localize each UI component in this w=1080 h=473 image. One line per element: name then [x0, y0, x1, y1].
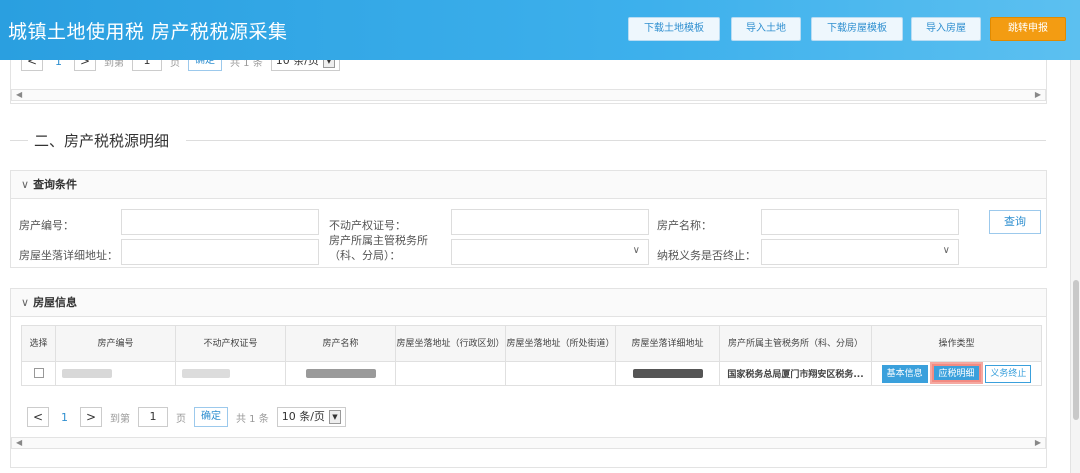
chevron-down-icon: ▼: [322, 60, 335, 68]
app-header: 城镇土地使用税 房产税税源采集 下载土地模板 导入土地 下载房屋模板 导入房屋 …: [0, 0, 1080, 60]
house-no-label: 房产编号：: [19, 219, 74, 232]
table-row: 国家税务总局厦门市翔安区税务... 基本信息 应税明细 义务终止: [21, 361, 1042, 386]
row-select-checkbox[interactable]: [33, 368, 44, 379]
land-pager: < 1 > 到第 1 页 确定 共 1 条 10 条/页 ▼: [21, 60, 340, 71]
house-goto-input[interactable]: 1: [138, 407, 168, 427]
chevron-down-icon: ∨: [632, 245, 640, 256]
chevron-down-icon: ▼: [328, 410, 341, 424]
cell-tax-office: 国家税务总局厦门市翔安区税务...: [719, 361, 872, 386]
house-info-header[interactable]: ∨ 房屋信息: [11, 289, 1046, 317]
land-goto-label: 到第: [104, 60, 124, 69]
land-prev-page-button[interactable]: <: [21, 60, 43, 71]
cell-address-district: [395, 361, 506, 386]
address-input[interactable]: [121, 239, 319, 265]
col-house-name: 房产名称: [285, 325, 396, 362]
house-info-panel: ∨ 房屋信息 选择 房产编号 不动产权证号 房产名称 房屋坐落地址（行政区划） 房…: [10, 288, 1047, 468]
house-horizontal-scrollbar[interactable]: ◀ ▶: [11, 437, 1046, 449]
col-actions: 操作类型: [871, 325, 1042, 362]
house-confirm-button[interactable]: 确定: [194, 407, 228, 427]
house-goto-label: 到第: [110, 413, 130, 425]
section-title: 二、房产税税源明细: [34, 132, 170, 150]
main-content: < 1 > 到第 1 页 确定 共 1 条 10 条/页 ▼ ◀ ▶ 二、房产税税…: [0, 60, 1070, 473]
chevron-down-icon: ∨: [21, 296, 30, 309]
address-label: 房屋坐落详细地址：: [19, 249, 118, 262]
query-panel-header[interactable]: ∨ 查询条件: [11, 171, 1046, 199]
basic-info-button[interactable]: 基本信息: [881, 365, 928, 383]
house-page-size-label: 10 条/页: [281, 410, 325, 423]
query-panel-title: 查询条件: [33, 178, 78, 191]
taxable-detail-button[interactable]: 应税明细: [932, 364, 981, 382]
section-divider-left: [10, 140, 28, 141]
house-info-title: 房屋信息: [33, 296, 78, 309]
section-divider-right: [186, 140, 1046, 141]
scroll-right-icon[interactable]: ▶: [1035, 90, 1041, 100]
download-land-template-button[interactable]: 下载土地模板: [628, 17, 720, 41]
redacted-house-no: [62, 368, 112, 378]
tax-office-label-line2: （科、分局）：: [329, 249, 401, 262]
property-cert-label: 不动产权证号：: [329, 219, 406, 232]
jump-to-declare-button[interactable]: 跳转申报: [990, 17, 1066, 41]
land-page-number[interactable]: 1: [51, 60, 66, 68]
house-name-input[interactable]: [761, 209, 959, 235]
table-header-row: 选择 房产编号 不动产权证号 房产名称 房屋坐落地址（行政区划） 房屋坐落地址（…: [21, 325, 1042, 362]
land-table-panel: < 1 > 到第 1 页 确定 共 1 条 10 条/页 ▼ ◀ ▶: [10, 60, 1047, 104]
import-house-button[interactable]: 导入房屋: [911, 17, 981, 41]
col-address-district: 房屋坐落地址（行政区划）: [395, 325, 506, 362]
tax-office-label: 房产所属主管税务所 （科、分局）：: [329, 233, 428, 263]
house-total-count: 共 1 条: [236, 413, 269, 425]
house-no-input[interactable]: [121, 209, 319, 235]
col-property-cert: 不动产权证号: [175, 325, 286, 362]
house-prev-page-button[interactable]: <: [27, 407, 49, 427]
scroll-left-icon[interactable]: ◀: [16, 438, 22, 448]
col-select: 选择: [21, 325, 56, 362]
chevron-down-icon: ∨: [942, 245, 950, 256]
house-next-page-button[interactable]: >: [80, 407, 102, 427]
land-page-size-select[interactable]: 10 条/页 ▼: [270, 60, 340, 71]
redacted-property-cert: [182, 368, 230, 378]
query-button[interactable]: 查询: [989, 210, 1041, 234]
house-page-number[interactable]: 1: [57, 411, 72, 424]
vertical-scrollbar[interactable]: [1070, 60, 1080, 473]
property-cert-input[interactable]: [451, 209, 649, 235]
query-panel: ∨ 查询条件 房产编号： 不动产权证号： 房产名称： 查询 房屋坐落详细地址： 房…: [10, 170, 1047, 268]
house-page-size-select[interactable]: 10 条/页 ▼: [276, 407, 346, 427]
redacted-house-name: [305, 368, 376, 378]
terminated-select[interactable]: ∨: [761, 239, 959, 265]
land-horizontal-scrollbar[interactable]: ◀ ▶: [11, 89, 1046, 101]
terminate-obligation-button[interactable]: 义务终止: [985, 365, 1032, 383]
cell-address-street: [505, 361, 616, 386]
scroll-right-icon[interactable]: ▶: [1035, 438, 1041, 448]
terminated-label: 纳税义务是否终止：: [657, 249, 756, 262]
house-table: 选择 房产编号 不动产权证号 房产名称 房屋坐落地址（行政区划） 房屋坐落地址（…: [21, 325, 1042, 386]
col-house-no: 房产编号: [55, 325, 176, 362]
page-title: 城镇土地使用税 房产税税源采集: [8, 21, 288, 43]
house-name-label: 房产名称：: [657, 219, 712, 232]
vertical-scrollbar-thumb[interactable]: [1073, 280, 1079, 420]
land-page-unit: 页: [170, 60, 180, 69]
chevron-down-icon: ∨: [21, 178, 30, 191]
tax-office-select[interactable]: ∨: [451, 239, 649, 265]
house-pager: < 1 > 到第 1 页 确定 共 1 条 10 条/页 ▼: [27, 407, 346, 427]
land-goto-input[interactable]: 1: [132, 60, 162, 71]
scroll-left-icon[interactable]: ◀: [16, 90, 22, 100]
tax-office-label-line1: 房产所属主管税务所: [329, 234, 428, 247]
col-tax-office: 房产所属主管税务所（科、分局）: [719, 325, 872, 362]
land-page-size-label: 10 条/页: [275, 60, 319, 67]
land-confirm-button[interactable]: 确定: [188, 60, 222, 71]
col-address-detail: 房屋坐落详细地址: [615, 325, 720, 362]
download-house-template-button[interactable]: 下载房屋模板: [811, 17, 903, 41]
col-address-street: 房屋坐落地址（所处街道）: [505, 325, 616, 362]
house-page-unit: 页: [176, 413, 186, 425]
land-total-count: 共 1 条: [230, 60, 263, 69]
redacted-address-detail: [632, 368, 703, 378]
import-land-button[interactable]: 导入土地: [731, 17, 801, 41]
land-next-page-button[interactable]: >: [74, 60, 96, 71]
